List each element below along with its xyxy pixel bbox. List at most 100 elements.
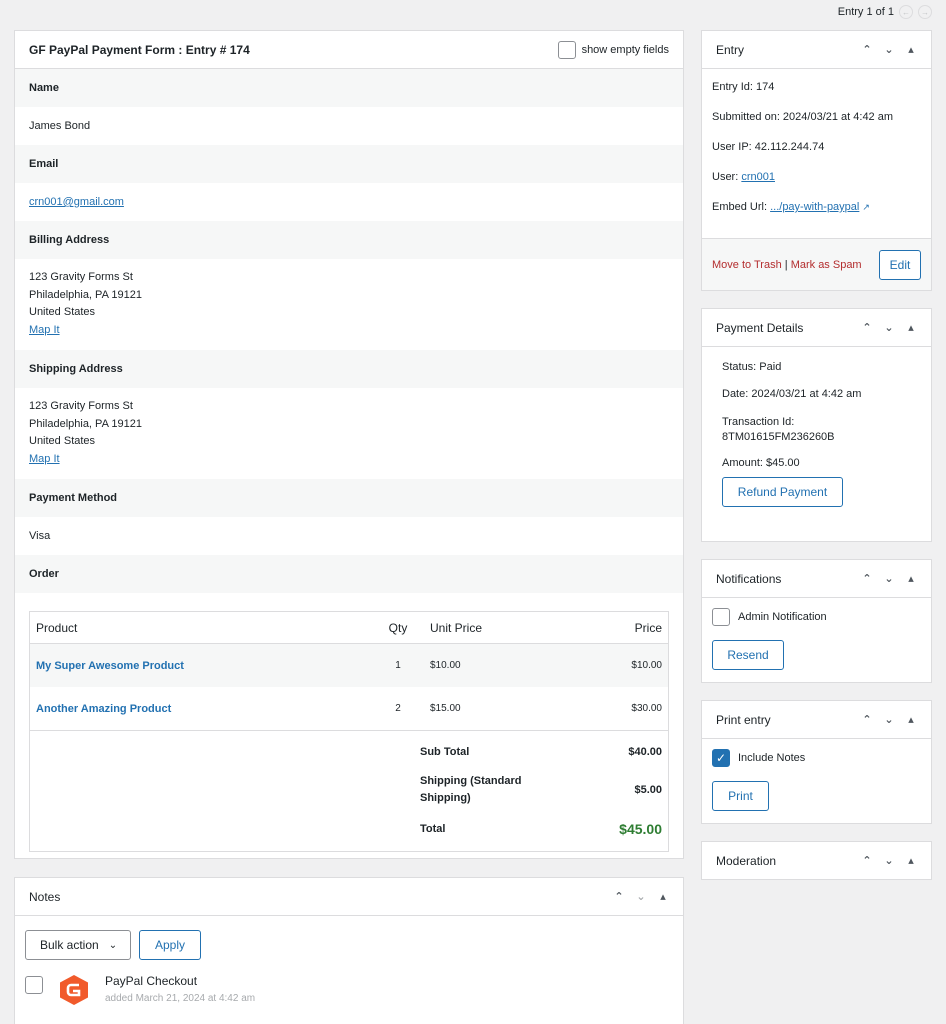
move-up-icon[interactable]: ⌃ (861, 43, 873, 56)
admin-notification-option[interactable]: Admin Notification (712, 608, 921, 626)
field-label-billing: Billing Address (15, 221, 683, 259)
billing-line-1: 123 Gravity Forms St (29, 271, 133, 283)
note-checkbox[interactable] (25, 976, 43, 994)
admin-notification-label: Admin Notification (738, 611, 827, 623)
product-link[interactable]: Another Amazing Product (36, 703, 171, 715)
move-down-icon[interactable]: ⌄ (883, 321, 895, 334)
product-link[interactable]: My Super Awesome Product (36, 660, 184, 672)
checkmark-icon: ✓ (715, 751, 727, 765)
chevron-right-icon[interactable]: → (918, 5, 932, 19)
pager-text: Entry 1 of 1 (837, 6, 894, 18)
move-up-icon[interactable]: ⌃ (861, 713, 873, 726)
entry-user-ip: User IP: 42.112.244.74 (712, 141, 825, 153)
admin-notification-checkbox[interactable] (712, 608, 730, 626)
row-unit-price: $15.00 (430, 703, 461, 714)
move-down-icon[interactable]: ⌄ (883, 43, 895, 56)
table-row: My Super Awesome Product 1 $10.00 $10.00 (30, 644, 668, 687)
bulk-action-select[interactable]: Bulk action ⌄ (25, 930, 131, 960)
bulk-action-label: Bulk action (40, 938, 99, 952)
print-entry-panel: Print entry ⌃ ⌄ ▴ ✓ Include Notes Print (701, 700, 932, 824)
show-empty-label: show empty fields (581, 43, 669, 56)
notes-title: Notes (29, 889, 61, 904)
show-empty-toggle[interactable]: show empty fields (557, 40, 669, 59)
field-label-name: Name (15, 69, 683, 107)
table-row: Another Amazing Product 2 $15.00 $30.00 (30, 687, 668, 730)
notes-actions: Bulk action ⌄ Apply (15, 916, 683, 960)
move-to-trash-link[interactable]: Move to Trash (712, 259, 782, 271)
include-notes-option[interactable]: ✓ Include Notes (712, 749, 921, 767)
entry-id: Entry Id: 174 (712, 81, 775, 93)
note-meta: added March 21, 2024 at 4:42 am (105, 993, 256, 1004)
note-item: PayPal Checkout added March 21, 2024 at … (15, 960, 683, 1006)
collapse-icon[interactable]: ▴ (905, 713, 917, 726)
mark-spam-link[interactable]: Mark as Spam (791, 259, 862, 271)
email-link[interactable]: crn001@gmail.com (29, 196, 124, 208)
move-up-icon[interactable]: ⌃ (861, 572, 873, 585)
move-down-icon[interactable]: ⌄ (883, 854, 895, 867)
show-empty-checkbox[interactable] (557, 40, 576, 59)
payment-details-header: Payment Details ⌃ ⌄ ▴ (702, 309, 931, 347)
field-label-payment: Payment Method (15, 479, 683, 517)
shipping-line-3: United States (29, 435, 96, 447)
payment-date: Date: 2024/03/21 at 4:42 am (722, 388, 862, 400)
move-down-icon[interactable]: ⌄ (883, 572, 895, 585)
collapse-icon[interactable]: ▴ (905, 321, 917, 334)
user-link[interactable]: crn001 (741, 171, 775, 183)
transaction-id-value: 8TM01615FM236260B (722, 431, 835, 443)
field-label-shipping: Shipping Address (15, 350, 683, 388)
edit-button[interactable]: Edit (879, 249, 921, 280)
note-author: PayPal Checkout (105, 974, 198, 988)
include-notes-label: Include Notes (738, 752, 806, 764)
external-link-icon: ↗ (862, 201, 870, 212)
print-entry-title: Print entry (716, 712, 771, 727)
move-up-icon[interactable]: ⌃ (861, 854, 873, 867)
entry-info-header: Entry ⌃ ⌄ ▴ (702, 31, 931, 69)
order-table-header: Product Qty Unit Price Price (30, 612, 668, 644)
billing-map-link[interactable]: Map It (29, 324, 60, 336)
col-product: Product (36, 620, 78, 635)
payment-details-panel: Payment Details ⌃ ⌄ ▴ Status: Paid Date:… (701, 308, 932, 542)
row-price: $30.00 (631, 703, 662, 714)
entry-title: GF PayPal Payment Form : Entry # 174 (29, 42, 250, 57)
embed-url-link[interactable]: .../pay-with-paypal (770, 201, 859, 213)
entry-pager: Entry 1 of 1 ← → (838, 5, 932, 19)
include-notes-checkbox[interactable]: ✓ (712, 749, 730, 767)
field-value-email: crn001@gmail.com (15, 183, 683, 221)
notes-header: Notes ⌃ ⌄ ▴ (15, 878, 683, 916)
row-price: $10.00 (631, 660, 662, 671)
shipping-row: Shipping (Standard Shipping) $5.00 (30, 767, 668, 813)
field-value-shipping: 123 Gravity Forms St Philadelphia, PA 19… (15, 388, 683, 479)
collapse-icon[interactable]: ▴ (905, 854, 917, 867)
entry-info-panel: Entry ⌃ ⌄ ▴ Entry Id: 174 Submitted on: … (701, 30, 932, 291)
chevron-down-icon: ⌄ (108, 939, 118, 951)
move-down-icon[interactable]: ⌄ (883, 713, 895, 726)
field-value-payment: Visa (29, 530, 51, 542)
entry-user: User: crn001 (712, 171, 775, 183)
shipping-line-1: 123 Gravity Forms St (29, 400, 133, 412)
refund-payment-button[interactable]: Refund Payment (722, 477, 843, 507)
resend-button[interactable]: Resend (712, 640, 784, 670)
notifications-header: Notifications ⌃ ⌄ ▴ (702, 560, 931, 598)
col-price: Price (634, 620, 662, 635)
collapse-icon[interactable]: ▴ (657, 890, 669, 903)
move-up-icon[interactable]: ⌃ (861, 321, 873, 334)
collapse-icon[interactable]: ▴ (905, 43, 917, 56)
field-value-billing: 123 Gravity Forms St Philadelphia, PA 19… (15, 259, 683, 350)
entry-panel-header: GF PayPal Payment Form : Entry # 174 sho… (15, 31, 683, 69)
shipping-value: $5.00 (634, 784, 662, 796)
chevron-left-icon[interactable]: ← (899, 5, 913, 19)
col-qty: Qty (388, 620, 408, 635)
apply-button[interactable]: Apply (139, 930, 201, 960)
print-button[interactable]: Print (712, 781, 769, 811)
payment-details-title: Payment Details (716, 320, 804, 335)
entry-actions: Move to Trash | Mark as Spam Edit (702, 238, 931, 290)
shipping-map-link[interactable]: Map It (29, 453, 60, 465)
top-bar: Entry 1 of 1 ← → (0, 0, 946, 24)
collapse-icon[interactable]: ▴ (905, 572, 917, 585)
move-down-icon[interactable]: ⌄ (635, 890, 647, 903)
row-unit-price: $10.00 (430, 660, 461, 671)
subtotal-row: Sub Total $40.00 (30, 737, 668, 767)
transaction-id-label: Transaction Id: (722, 416, 795, 428)
move-up-icon[interactable]: ⌃ (613, 890, 625, 903)
shipping-label: Shipping (Standard Shipping) (420, 775, 522, 804)
